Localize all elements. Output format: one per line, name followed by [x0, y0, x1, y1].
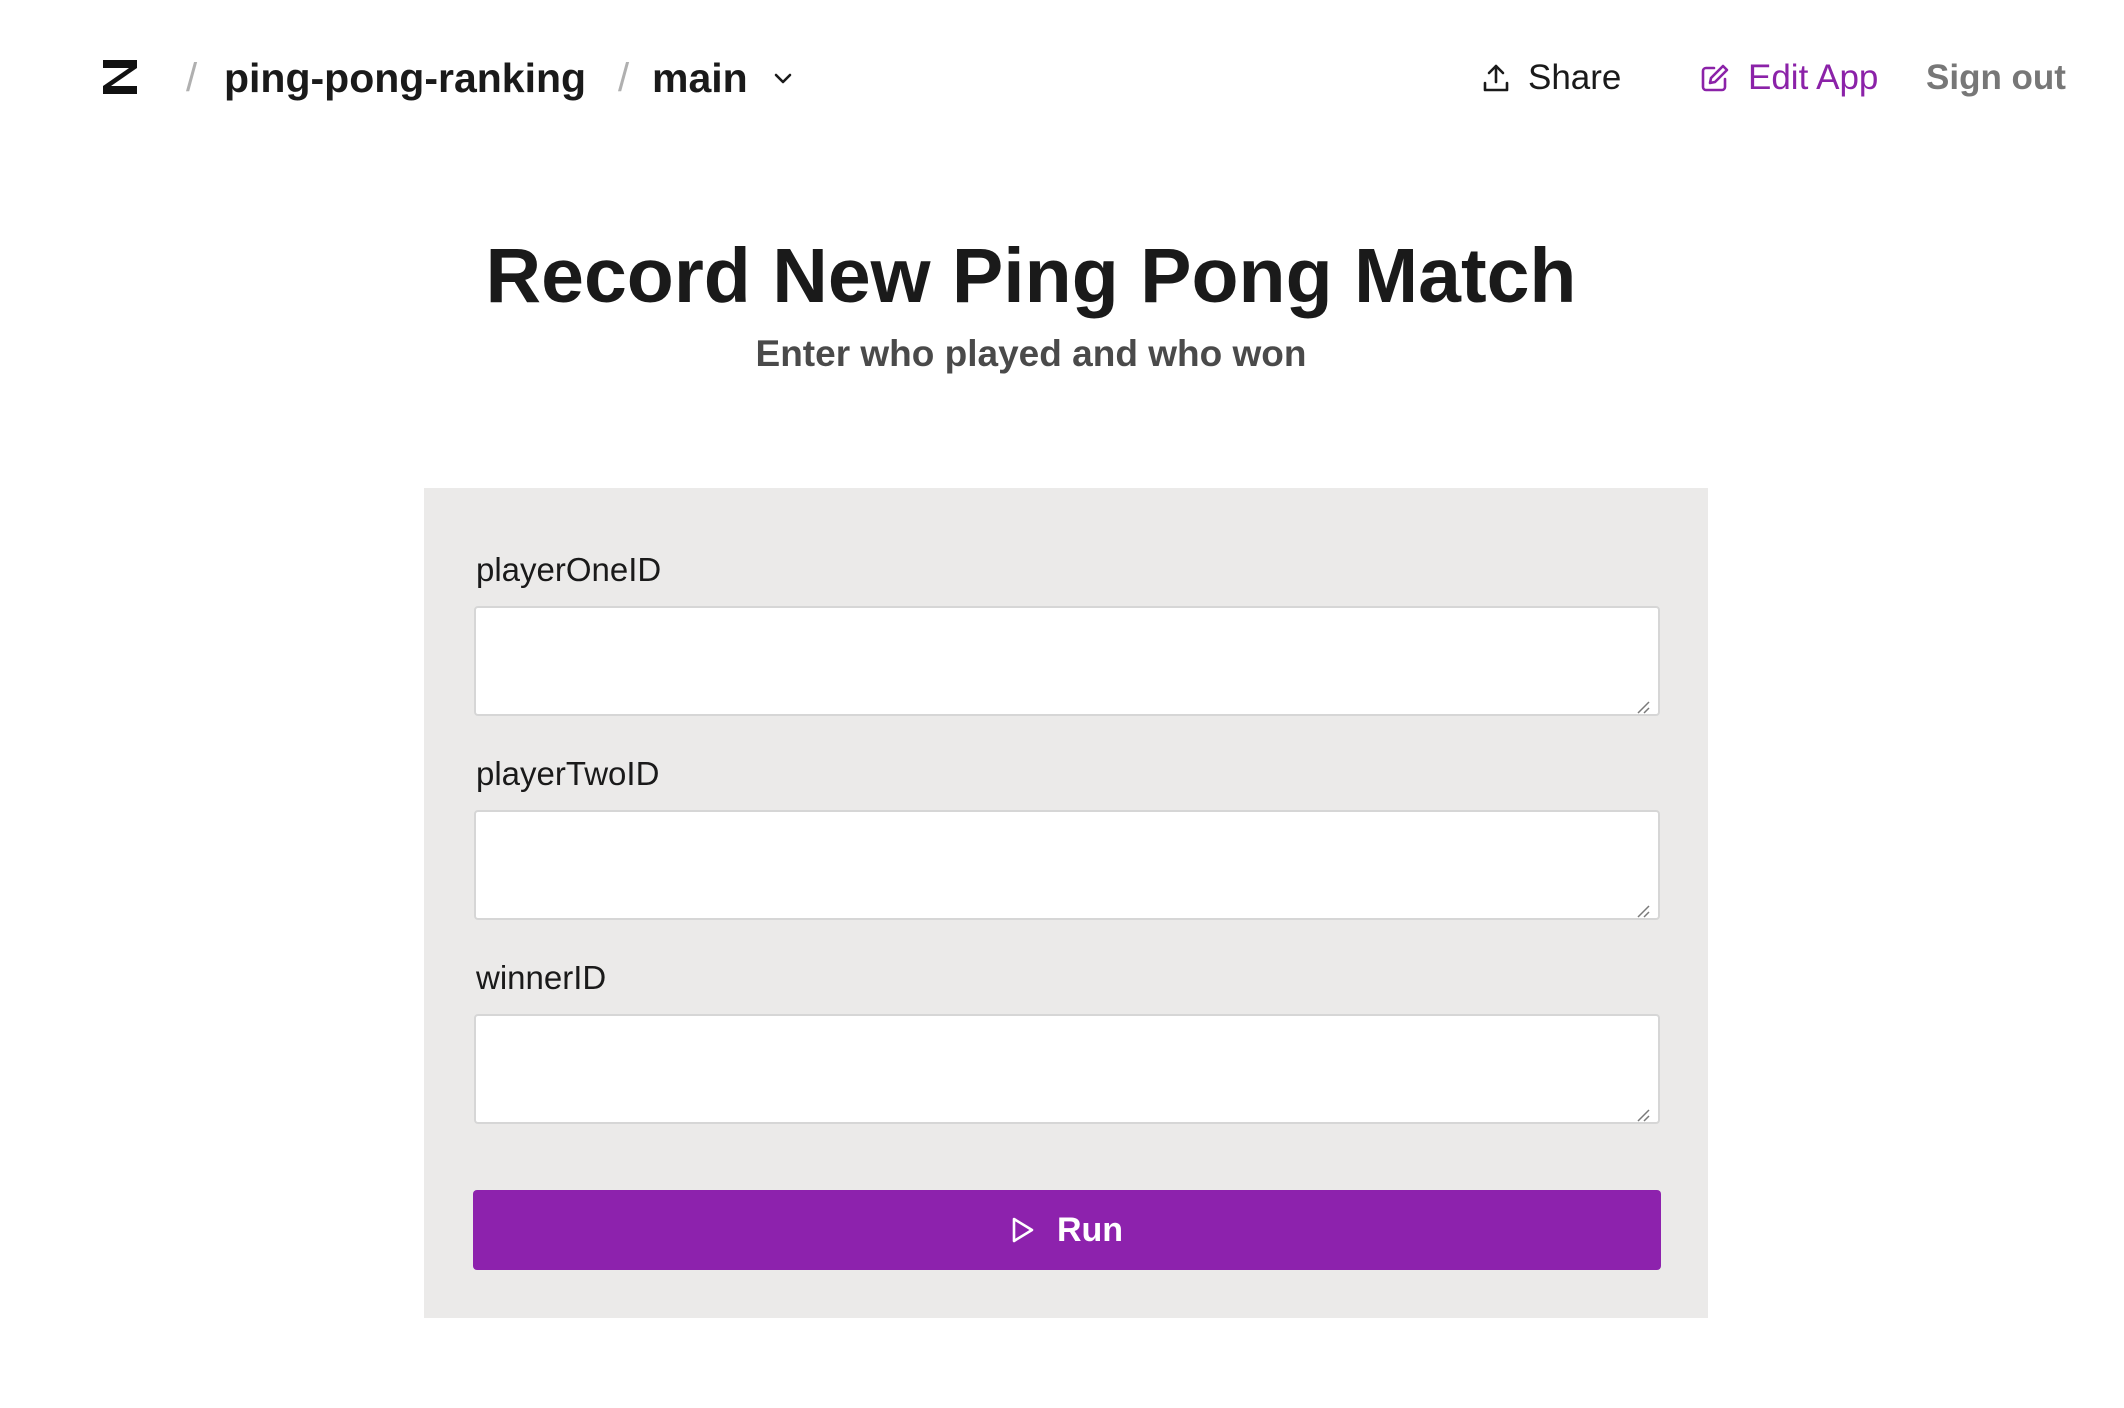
page-subtitle-container: Enter who played and who won [0, 330, 2124, 378]
breadcrumb-app-name[interactable]: ping-pong-ranking [224, 54, 586, 102]
winner-id-label: winnerID [476, 959, 607, 996]
top-header: / ping-pong-ranking / main Share Edit Ap… [0, 0, 2124, 160]
page-title: Record New Ping Pong Match [485, 233, 1577, 319]
resize-grip-icon[interactable] [1634, 1106, 1650, 1122]
page-title-container: Record New Ping Pong Match [0, 228, 2124, 324]
share-button[interactable]: Share [1482, 54, 1621, 102]
page-subtitle: Enter who played and who won [755, 333, 1307, 374]
chevron-down-icon [774, 73, 792, 84]
winner-id-input[interactable] [474, 1014, 1660, 1124]
player-two-id-label: playerTwoID [476, 755, 660, 792]
sign-out-label: Sign out [1926, 58, 2066, 97]
play-icon [1012, 1217, 1034, 1243]
branch-selector[interactable]: main [652, 54, 794, 102]
app-logo-icon[interactable] [103, 60, 137, 94]
edit-icon [1701, 64, 1729, 92]
player-one-id-label: playerOneID [476, 551, 662, 588]
breadcrumb-separator: / [186, 56, 198, 100]
match-form: playerOneID playerTwoID winnerID Run [424, 488, 1708, 1318]
run-label: Run [1056, 1210, 1124, 1249]
breadcrumb-separator: / [618, 56, 630, 100]
edit-app-link[interactable]: Edit App [1700, 54, 1878, 102]
branch-name: main [652, 55, 748, 101]
sign-out-link[interactable]: Sign out [1926, 54, 2066, 102]
resize-grip-icon[interactable] [1634, 698, 1650, 714]
edit-app-label: Edit App [1748, 58, 1879, 97]
share-label: Share [1528, 58, 1622, 97]
resize-grip-icon[interactable] [1634, 902, 1650, 918]
player-one-id-input[interactable] [474, 606, 1660, 716]
upload-icon [1483, 64, 1509, 92]
run-button[interactable]: Run [473, 1190, 1661, 1270]
player-two-id-input[interactable] [474, 810, 1660, 920]
